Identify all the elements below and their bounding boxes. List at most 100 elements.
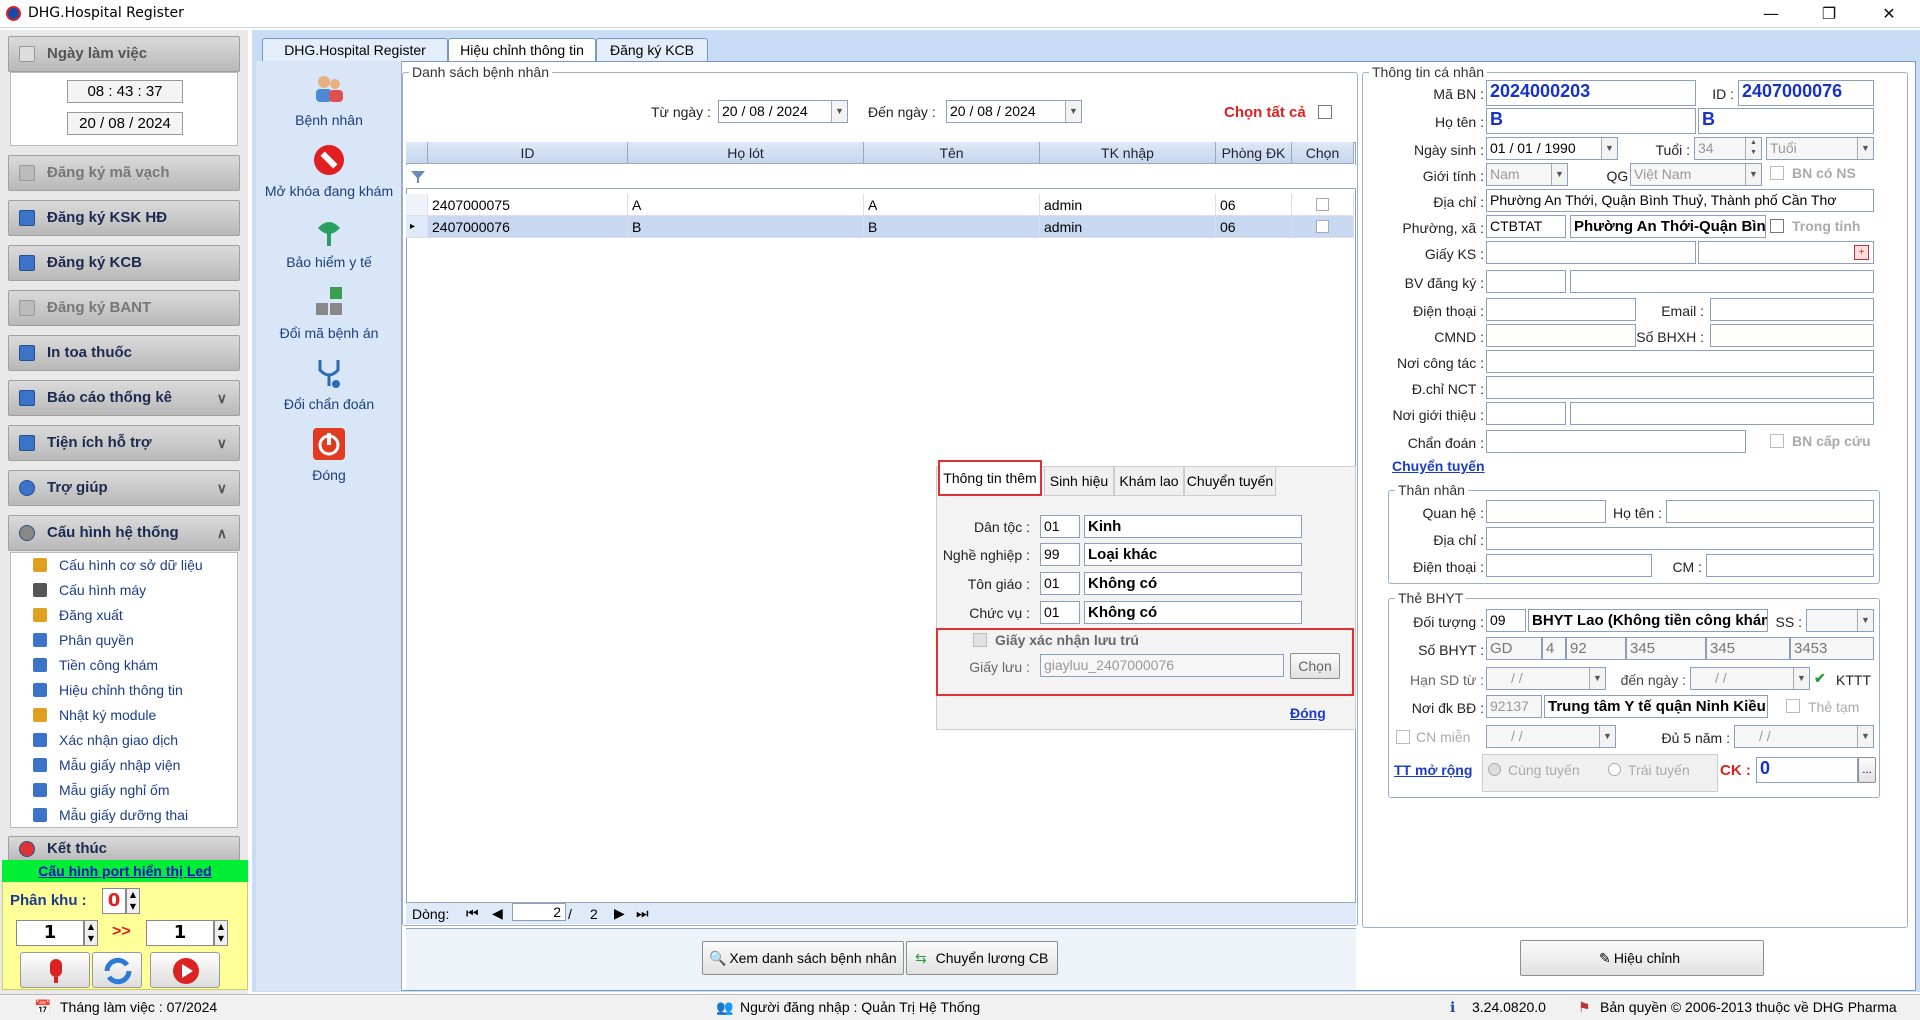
- doi-tuong-code[interactable]: 09: [1486, 609, 1526, 632]
- nt-dien-thoai-field[interactable]: [1486, 554, 1652, 577]
- so-bhyt-part-4[interactable]: 345: [1626, 637, 1706, 660]
- noi-dk-code[interactable]: 92137: [1486, 695, 1542, 718]
- next-page-icon[interactable]: ▶: [614, 903, 625, 923]
- spin-left-stepper[interactable]: ▲ ▼: [84, 920, 98, 946]
- tool-doi-ma-benh-an[interactable]: Đổi mã bệnh án: [260, 285, 398, 351]
- tool-doi-chan-doan[interactable]: Đổi chẩn đoán: [260, 356, 398, 422]
- so-bhyt-part-6[interactable]: 3453: [1790, 637, 1874, 660]
- grid-header-ten[interactable]: Tên: [864, 142, 1040, 164]
- led-config-link[interactable]: Cấu hình port hiển thị Led: [2, 860, 248, 882]
- chevron-down-icon[interactable]: ▼: [1065, 101, 1081, 122]
- page-input[interactable]: 2: [512, 903, 566, 921]
- ck-more-button[interactable]: ...: [1858, 757, 1876, 783]
- so-bhyt-part-1[interactable]: GD: [1486, 637, 1542, 660]
- phan-khu-value[interactable]: 0: [102, 888, 126, 914]
- chan-doan-field[interactable]: [1486, 430, 1746, 453]
- nt-ho-ten-field[interactable]: [1666, 500, 1874, 523]
- tuoi-field[interactable]: 34 ▲ ▼: [1694, 137, 1762, 160]
- submenu-item[interactable]: Xác nhận giao dịch: [11, 728, 237, 753]
- du5-date[interactable]: / / ▼: [1734, 725, 1874, 748]
- tab-dhg-hospital-register[interactable]: DHG.Hospital Register: [262, 38, 448, 62]
- chuyen-tuyen-link[interactable]: Chuyển tuyến: [1392, 458, 1485, 474]
- tool-benh-nhan[interactable]: Bệnh nhân: [260, 72, 398, 138]
- ss-select[interactable]: ▼: [1806, 609, 1874, 632]
- cmnd-field[interactable]: [1486, 324, 1636, 347]
- nt-dia-chi-field[interactable]: [1486, 527, 1874, 550]
- ngay-sinh-picker[interactable]: 01 / 01 / 1990 ▼: [1486, 137, 1618, 160]
- doi-tuong-field[interactable]: BHYT Lao (Không tiền công khám): [1528, 609, 1768, 632]
- tu-ngay-picker[interactable]: 20 / 08 / 2024 ▼: [718, 100, 848, 123]
- ho-field[interactable]: B: [1486, 108, 1696, 134]
- noi-cong-tac-field[interactable]: [1486, 350, 1874, 373]
- refresh-button[interactable]: [92, 952, 142, 988]
- bv-dang-ky-code[interactable]: [1486, 270, 1566, 293]
- sidebar-header-ngay-lam-viec[interactable]: Ngày làm việc: [8, 36, 240, 72]
- xem-danh-sach-button[interactable]: 🔍 Xem danh sách bệnh nhân: [702, 941, 904, 975]
- sidebar-item-tro-giup[interactable]: Trợ giúp ∨: [8, 470, 240, 506]
- sidebar-item-bao-cao-thong-ke[interactable]: Báo cáo thống kê ∨: [8, 380, 240, 416]
- giay-xn-checkbox[interactable]: [973, 633, 987, 647]
- grid-header-tk-nhap[interactable]: TK nhập: [1040, 142, 1216, 164]
- tool-dong[interactable]: Đóng: [260, 427, 398, 493]
- phuong-code-field[interactable]: CTBTAT: [1486, 215, 1566, 238]
- play-button[interactable]: [150, 952, 220, 988]
- ton-giao-code[interactable]: 01: [1040, 572, 1080, 595]
- bn-co-ns-checkbox[interactable]: [1770, 166, 1784, 180]
- tab-hieu-chinh-thong-tin[interactable]: Hiệu chỉnh thông tin: [448, 38, 596, 62]
- chevron-down-icon[interactable]: ▼: [1745, 164, 1761, 185]
- prev-page-icon[interactable]: ◀: [492, 903, 503, 923]
- spin-right-value[interactable]: 1: [146, 920, 214, 946]
- tab-kham-lao[interactable]: Khám lao: [1114, 466, 1184, 496]
- han-sd-from[interactable]: / / ▼: [1486, 667, 1606, 690]
- grid-header-ho-lot[interactable]: Họ lót: [628, 142, 864, 164]
- noi-gioi-thieu-code[interactable]: [1486, 402, 1566, 425]
- spin-right-stepper[interactable]: ▲ ▼: [214, 920, 228, 946]
- noi-gioi-thieu-field[interactable]: [1570, 402, 1874, 425]
- chuyen-luong-button[interactable]: ⇆ Chuyển lương CB: [906, 941, 1058, 975]
- submenu-item[interactable]: Hiệu chỉnh thông tin: [11, 678, 237, 703]
- chon-tat-ca-checkbox[interactable]: [1318, 105, 1332, 119]
- cn-mien-date[interactable]: / / ▼: [1486, 725, 1616, 748]
- so-bhyt-part-2[interactable]: 4: [1542, 637, 1566, 660]
- trai-tuyen-radio[interactable]: [1608, 763, 1621, 776]
- maximize-button[interactable]: ❐: [1806, 0, 1852, 28]
- chevron-down-icon[interactable]: ▼: [1589, 668, 1605, 689]
- close-button[interactable]: ✕: [1866, 0, 1912, 28]
- nghe-nghiep-field[interactable]: Loại khác: [1084, 543, 1302, 566]
- dong-link[interactable]: Đóng: [1290, 705, 1326, 721]
- medical-record-icon[interactable]: +: [1854, 245, 1869, 260]
- noi-dk-field[interactable]: Trung tâm Y tế quận Ninh Kiều: [1544, 695, 1768, 718]
- row-checkbox[interactable]: [1316, 198, 1329, 211]
- so-bhyt-part-5[interactable]: 345: [1706, 637, 1790, 660]
- chevron-down-icon[interactable]: ▼: [831, 101, 847, 122]
- den-ngay-picker[interactable]: 20 / 08 / 2024 ▼: [946, 100, 1082, 123]
- submenu-item[interactable]: Cấu hình máy: [11, 578, 237, 603]
- submenu-item[interactable]: Mẫu giấy nhập viện: [11, 753, 237, 778]
- grid-header-phong-dk[interactable]: Phòng ĐK: [1216, 142, 1292, 164]
- id-field[interactable]: 2407000076: [1738, 80, 1874, 106]
- nghe-nghiep-code[interactable]: 99: [1040, 543, 1080, 566]
- sidebar-item-dang-ky-bant[interactable]: Đăng ký BANT: [8, 290, 240, 326]
- sidebar-item-in-toa-thuoc[interactable]: In toa thuốc: [8, 335, 240, 371]
- tool-bao-hiem-y-te[interactable]: Bảo hiểm y tế: [260, 214, 398, 280]
- chon-button[interactable]: Chọn: [1290, 653, 1340, 679]
- tab-thong-tin-them[interactable]: Thông tin thêm: [938, 460, 1042, 496]
- submenu-item[interactable]: Nhật ký module: [11, 703, 237, 728]
- chevron-down-icon[interactable]: ▼: [1857, 726, 1873, 747]
- sidebar-item-dang-ky-ma-vach[interactable]: Đăng ký mã vạch: [8, 155, 240, 191]
- sidebar-item-tien-ich-ho-tro[interactable]: Tiện ích hỗ trợ ∨: [8, 425, 240, 461]
- submenu-item[interactable]: Tiền công khám: [11, 653, 237, 678]
- mic-button[interactable]: [20, 952, 90, 988]
- grid-header-id[interactable]: ID: [428, 142, 628, 164]
- submenu-item[interactable]: Mẫu giấy nghỉ ốm: [11, 778, 237, 803]
- cung-tuyen-radio[interactable]: [1488, 763, 1501, 776]
- quan-he-field[interactable]: [1486, 500, 1606, 523]
- phuong-field[interactable]: Phường An Thới-Quận Bình: [1570, 215, 1766, 238]
- chevron-down-icon[interactable]: ▼: [1551, 164, 1567, 185]
- qg-select[interactable]: Việt Nam ▼: [1630, 163, 1762, 186]
- gioi-tinh-select[interactable]: Nam ▼: [1486, 163, 1568, 186]
- cm-field[interactable]: [1706, 554, 1874, 577]
- chevron-down-icon[interactable]: ▼: [1857, 138, 1873, 159]
- sidebar-item-cau-hinh-he-thong[interactable]: Cấu hình hệ thống ∧: [8, 515, 240, 551]
- chuc-vu-field[interactable]: Không có: [1084, 601, 1302, 624]
